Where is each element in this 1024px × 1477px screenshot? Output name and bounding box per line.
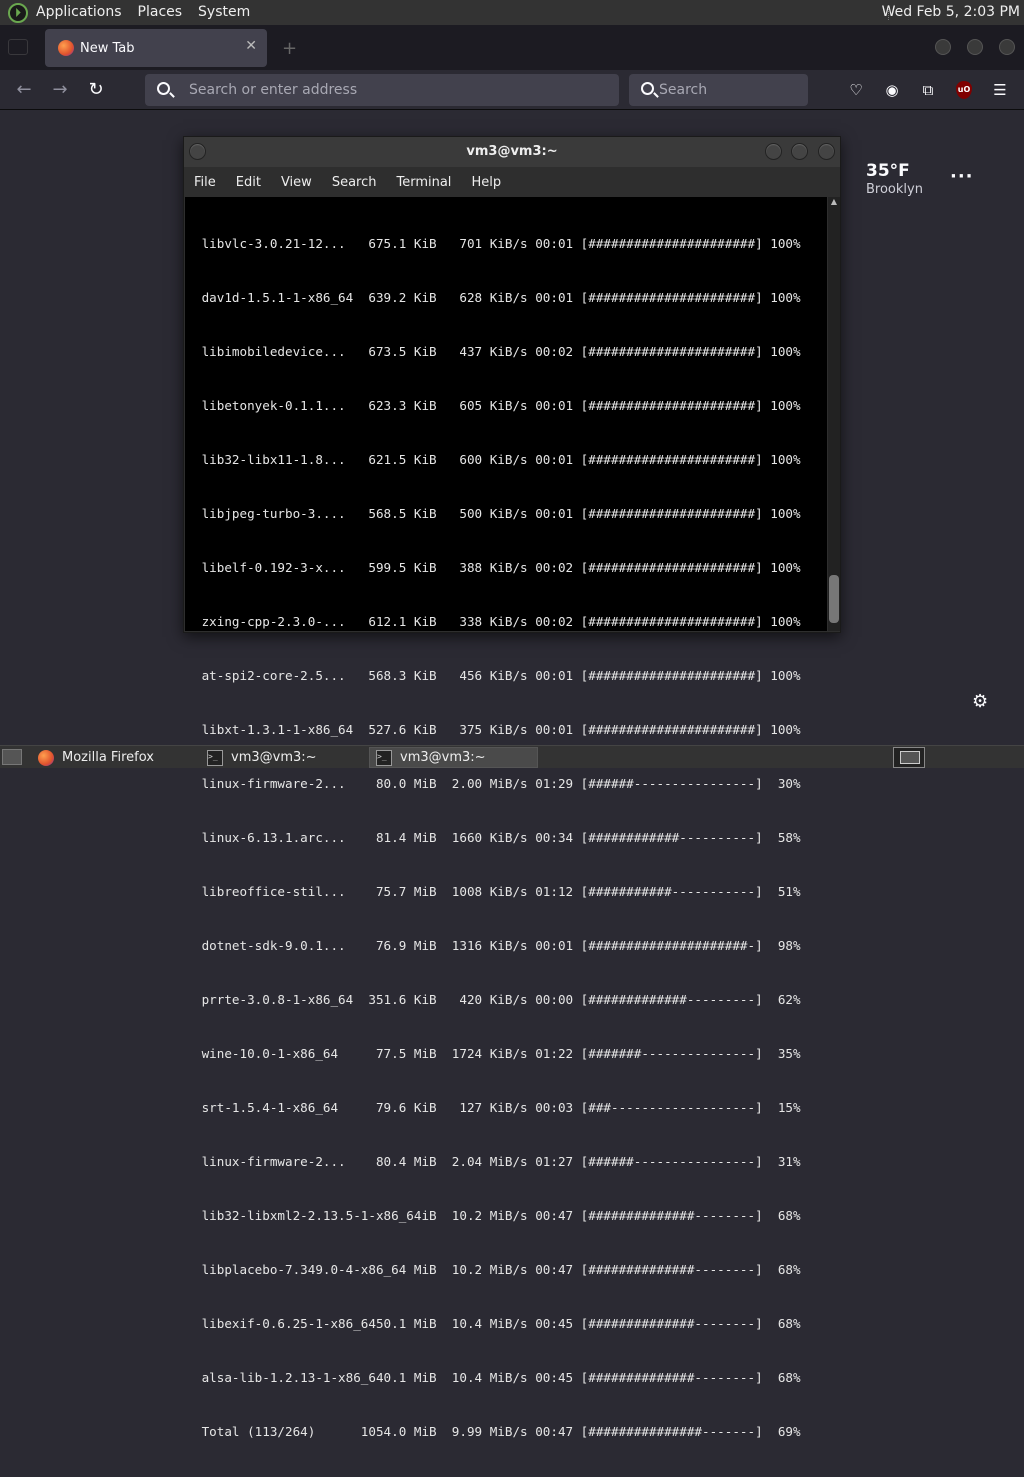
scrollbar-thumb[interactable] (829, 575, 839, 623)
address-bar[interactable] (145, 74, 619, 106)
menu-view[interactable]: View (271, 175, 322, 190)
firefox-icon (58, 40, 74, 56)
terminal-line: libvlc-3.0.21-12... 675.1 KiB 701 KiB/s … (194, 236, 801, 251)
browser-nav-bar: ← → ↻ ♡ ◉ ⧉ uO ☰ (0, 70, 1024, 110)
search-bar[interactable] (629, 74, 808, 106)
weather-widget[interactable]: 35°F Brooklyn (866, 161, 923, 197)
terminal-icon: >_ (376, 749, 392, 766)
terminal-output[interactable]: libvlc-3.0.21-12... 675.1 KiB 701 KiB/s … (185, 197, 827, 1439)
terminal-line: dotnet-sdk-9.0.1... 76.9 MiB 1316 KiB/s … (194, 938, 801, 953)
firefox-view-button[interactable] (8, 39, 28, 55)
weather-more-icon[interactable]: ··· (950, 166, 974, 187)
task-label: vm3@vm3:~ (400, 750, 486, 765)
system-menu[interactable]: System (190, 0, 258, 25)
terminal-line: libexif-0.6.25-1-x86_6450.1 MiB 10.4 MiB… (194, 1316, 801, 1331)
terminal-scrollbar[interactable]: ▲ (828, 197, 840, 631)
minimize-button[interactable] (935, 39, 951, 55)
gear-icon[interactable]: ⚙ (972, 691, 988, 712)
search-icon (157, 82, 170, 95)
address-input[interactable] (189, 80, 599, 100)
task-label: vm3@vm3:~ (231, 750, 317, 765)
ublock-icon[interactable]: uO (956, 81, 972, 99)
terminal-line: libreoffice-stil... 75.7 MiB 1008 KiB/s … (194, 884, 801, 899)
pocket-icon[interactable]: ♡ (846, 80, 866, 100)
terminal-line: at-spi2-core-2.5... 568.3 KiB 456 KiB/s … (194, 668, 801, 683)
minimize-button[interactable] (765, 143, 782, 160)
menu-file[interactable]: File (184, 175, 226, 190)
menu-terminal[interactable]: Terminal (386, 175, 461, 190)
terminal-window[interactable]: vm3@vm3:~ File Edit View Search Terminal… (183, 136, 841, 1439)
new-tab-button[interactable]: + (282, 38, 297, 59)
reload-icon[interactable]: ↻ (84, 78, 108, 102)
distro-icon[interactable]: ⏵ (8, 2, 28, 23)
terminal-menubar: File Edit View Search Terminal Help (184, 167, 840, 197)
forward-icon[interactable]: → (48, 78, 72, 102)
terminal-line: libelf-0.192-3-x... 599.5 KiB 388 KiB/s … (194, 560, 801, 575)
applications-menu[interactable]: Applications (28, 0, 130, 25)
terminal-title: vm3@vm3:~ (466, 144, 558, 159)
terminal-lines: libvlc-3.0.21-12... 675.1 KiB 701 KiB/s … (194, 199, 801, 1477)
terminal-line: linux-firmware-2... 80.0 MiB 2.00 MiB/s … (194, 776, 801, 791)
terminal-line: libjpeg-turbo-3.... 568.5 KiB 500 KiB/s … (194, 506, 801, 521)
scroll-up-icon[interactable]: ▲ (829, 197, 839, 209)
terminal-line: prrte-3.0.8-1-x86_64 351.6 KiB 420 KiB/s… (194, 992, 801, 1007)
tab-title: New Tab (80, 40, 135, 56)
menu-search[interactable]: Search (322, 175, 387, 190)
weather-temperature: 35°F (866, 161, 910, 181)
terminal-line: alsa-lib-1.2.13-1-x86_640.1 MiB 10.4 MiB… (194, 1370, 801, 1385)
terminal-line: Total (113/264) 1054.0 MiB 9.99 MiB/s 00… (194, 1424, 801, 1439)
close-tab-icon[interactable]: ✕ (245, 38, 257, 54)
terminal-line: libplacebo-7.349.0-4-x86_64 MiB 10.2 MiB… (194, 1262, 801, 1277)
terminal-line: libxt-1.3.1-1-x86_64 527.6 KiB 375 KiB/s… (194, 722, 801, 737)
terminal-line: linux-6.13.1.arc... 81.4 MiB 1660 KiB/s … (194, 830, 801, 845)
show-desktop-button[interactable] (2, 749, 22, 765)
terminal-line: lib32-libxml2-2.13.5-1-x86_64iB 10.2 MiB… (194, 1208, 801, 1223)
maximize-button[interactable] (967, 39, 983, 55)
task-terminal-1[interactable]: >_ vm3@vm3:~ (201, 747, 369, 768)
system-panel: ⏵ Applications Places System Wed Feb 5, … (0, 0, 1024, 25)
task-terminal-2[interactable]: >_ vm3@vm3:~ (369, 747, 538, 768)
search-input[interactable] (659, 80, 799, 100)
terminal-line: lib32-libx11-1.8... 621.5 KiB 600 KiB/s … (194, 452, 801, 467)
terminal-line: libimobiledevice... 673.5 KiB 437 KiB/s … (194, 344, 801, 359)
terminal-line: srt-1.5.4-1-x86_64 79.6 KiB 127 KiB/s 00… (194, 1100, 801, 1115)
terminal-line: libetonyek-0.1.1... 623.3 KiB 605 KiB/s … (194, 398, 801, 413)
browser-tab-bar: New Tab ✕ + (0, 25, 1024, 70)
workspace-switcher[interactable] (893, 747, 925, 768)
workspace-1[interactable] (900, 751, 920, 764)
taskbar: Mozilla Firefox >_ vm3@vm3:~ >_ vm3@vm3:… (0, 745, 1024, 768)
terminal-line: linux-firmware-2... 80.4 MiB 2.04 MiB/s … (194, 1154, 801, 1169)
task-label: Mozilla Firefox (62, 750, 154, 765)
terminal-titlebar[interactable]: vm3@vm3:~ (184, 137, 840, 167)
back-icon[interactable]: ← (12, 78, 36, 102)
extensions-icon[interactable]: ⧉ (918, 80, 938, 100)
terminal-line: zxing-cpp-2.3.0-... 612.1 KiB 338 KiB/s … (194, 614, 801, 629)
terminal-icon: >_ (207, 749, 223, 766)
account-icon[interactable]: ◉ (882, 80, 902, 100)
close-button[interactable] (818, 143, 835, 160)
menu-help[interactable]: Help (461, 175, 511, 190)
maximize-button[interactable] (791, 143, 808, 160)
firefox-icon (38, 749, 54, 766)
tab-new-tab[interactable]: New Tab ✕ (45, 29, 267, 67)
search-icon (641, 82, 654, 95)
menu-edit[interactable]: Edit (226, 175, 271, 190)
close-window-button[interactable] (999, 39, 1015, 55)
task-firefox[interactable]: Mozilla Firefox (32, 747, 202, 768)
weather-location: Brooklyn (866, 182, 923, 197)
clock[interactable]: Wed Feb 5, 2:03 PM (882, 0, 1020, 25)
terminal-line: wine-10.0-1-x86_64 77.5 MiB 1724 KiB/s 0… (194, 1046, 801, 1061)
places-menu[interactable]: Places (130, 0, 191, 25)
terminal-line: dav1d-1.5.1-1-x86_64 639.2 KiB 628 KiB/s… (194, 290, 801, 305)
menu-icon[interactable]: ☰ (990, 80, 1010, 100)
